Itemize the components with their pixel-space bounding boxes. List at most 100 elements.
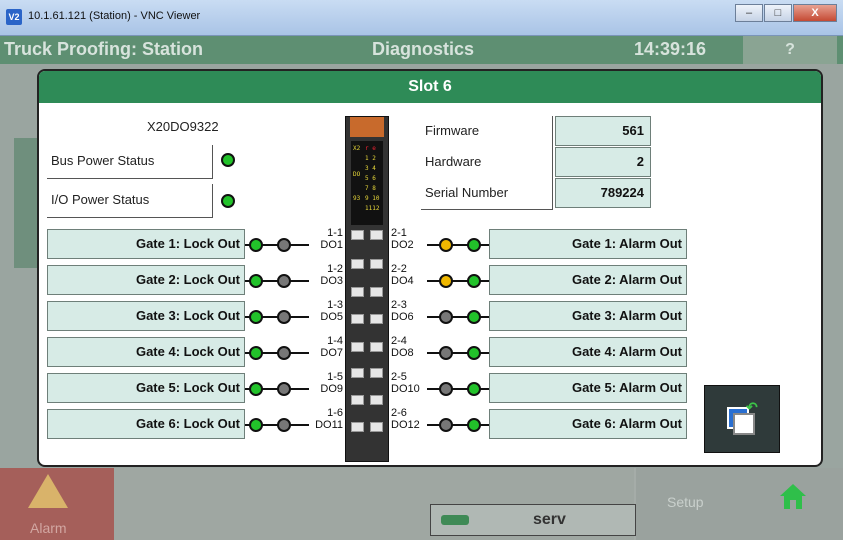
hardware-value: 2 (555, 147, 651, 177)
pin-label: 1-1 (327, 227, 343, 239)
bus-power-label: Bus Power Status (47, 145, 213, 179)
pin-label: 1-2 (327, 263, 343, 275)
pin-label: 2-3 (391, 299, 407, 311)
minimize-button[interactable]: – (735, 4, 763, 22)
bottom-bar: Alarm Setup (0, 468, 843, 540)
serial-number-value: 789224 (555, 178, 651, 208)
output-led (277, 238, 291, 252)
channel-label: DO4 (391, 275, 414, 287)
status-led (249, 346, 263, 360)
serial-number-label: Serial Number (421, 178, 553, 210)
terminal-slot (370, 230, 383, 240)
firmware-label: Firmware (421, 116, 553, 148)
right-output-label: Gate 1: Alarm Out (489, 229, 687, 259)
clock: 14:39:16 (634, 39, 707, 59)
background-tab (14, 138, 38, 268)
right-output-label: Gate 2: Alarm Out (489, 265, 687, 295)
channel-label: DO11 (315, 419, 343, 431)
user-level-text: serv (533, 511, 566, 528)
output-led (439, 238, 453, 252)
terminal-slot (370, 287, 383, 297)
maximize-button[interactable]: □ (764, 4, 792, 22)
status-led (467, 346, 481, 360)
slot-dialog: Slot 6 X20DO9322 Bus Power Status I/O Po… (37, 69, 823, 467)
left-output-label: Gate 1: Lock Out (47, 229, 245, 259)
status-led (249, 238, 263, 252)
channel-label: DO6 (391, 311, 414, 323)
left-output-label: Gate 6: Lock Out (47, 409, 245, 439)
window-titlebar: V2 10.1.61.121 (Station) - VNC Viewer – … (0, 0, 843, 36)
return-arrow-icon: ↶ (746, 399, 758, 415)
pin-label: 1-4 (327, 335, 343, 347)
hmi-header: Truck Proofing: Station Diagnostics 14:3… (0, 36, 843, 64)
status-led (467, 418, 481, 432)
pin-label: 2-1 (391, 227, 407, 239)
setup-button[interactable]: Setup (636, 468, 742, 540)
module-image: X2 r e 1 2 3 4 5 6 7 8 9 10 1112 DO 93 (345, 116, 389, 462)
channel-label: DO5 (320, 311, 343, 323)
pin-label: 2-6 (391, 407, 407, 419)
terminal-slot (351, 287, 364, 297)
module-top-cap (350, 117, 384, 137)
firmware-value: 561 (555, 116, 651, 146)
terminal-slot (370, 395, 383, 405)
window-controls: – □ X (734, 4, 837, 22)
terminal-slot (351, 259, 364, 269)
module-led-display: X2 r e 1 2 3 4 5 6 7 8 9 10 1112 DO 93 (351, 141, 383, 225)
terminal-slot (370, 342, 383, 352)
channel-label: DO1 (320, 239, 343, 251)
pin-label: 1-5 (327, 371, 343, 383)
io-power-label: I/O Power Status (47, 184, 213, 218)
key-icon (441, 515, 469, 525)
terminal-slot (351, 422, 364, 432)
pin-label: 1-6 (327, 407, 343, 419)
terminal-slot (370, 259, 383, 269)
home-button[interactable] (742, 468, 843, 540)
right-output-label: Gate 5: Alarm Out (489, 373, 687, 403)
channel-label: DO8 (391, 347, 414, 359)
right-output-label: Gate 4: Alarm Out (489, 337, 687, 367)
left-output-label: Gate 5: Lock Out (47, 373, 245, 403)
status-led (467, 310, 481, 324)
alarm-button[interactable]: Alarm (0, 468, 114, 540)
home-icon (780, 484, 806, 509)
terminal-slot (351, 230, 364, 240)
help-button[interactable]: ? (743, 36, 837, 64)
terminal-slot (370, 368, 383, 378)
left-output-label: Gate 3: Lock Out (47, 301, 245, 331)
output-led (277, 310, 291, 324)
window-icon (733, 413, 755, 435)
right-output-label: Gate 6: Alarm Out (489, 409, 687, 439)
right-output-label: Gate 3: Alarm Out (489, 301, 687, 331)
left-output-label: Gate 4: Lock Out (47, 337, 245, 367)
output-led (439, 274, 453, 288)
screen-title: Diagnostics (372, 39, 475, 59)
output-led (439, 382, 453, 396)
terminal-slot (370, 422, 383, 432)
vnc-app-icon: V2 (6, 9, 22, 25)
status-led (249, 382, 263, 396)
pin-label: 1-3 (327, 299, 343, 311)
channel-label: DO2 (391, 239, 414, 251)
io-power-led (221, 194, 235, 208)
user-status-field: serv (430, 504, 636, 536)
output-led (277, 382, 291, 396)
alarm-label: Alarm (30, 520, 67, 536)
close-button[interactable]: X (793, 4, 837, 22)
output-led (439, 346, 453, 360)
output-led (277, 274, 291, 288)
terminal-slot (351, 395, 364, 405)
channel-label: DO9 (320, 383, 343, 395)
status-led (249, 310, 263, 324)
status-led (467, 382, 481, 396)
dialog-title: Slot 6 (39, 71, 821, 103)
close-dialog-button[interactable]: ↶ (704, 385, 780, 453)
left-output-label: Gate 2: Lock Out (47, 265, 245, 295)
pin-label: 2-5 (391, 371, 407, 383)
output-led (439, 310, 453, 324)
channel-label: DO7 (320, 347, 343, 359)
status-led (467, 238, 481, 252)
alarm-warning-icon (28, 474, 68, 508)
terminal-slot (351, 314, 364, 324)
channel-label: DO10 (391, 383, 420, 395)
